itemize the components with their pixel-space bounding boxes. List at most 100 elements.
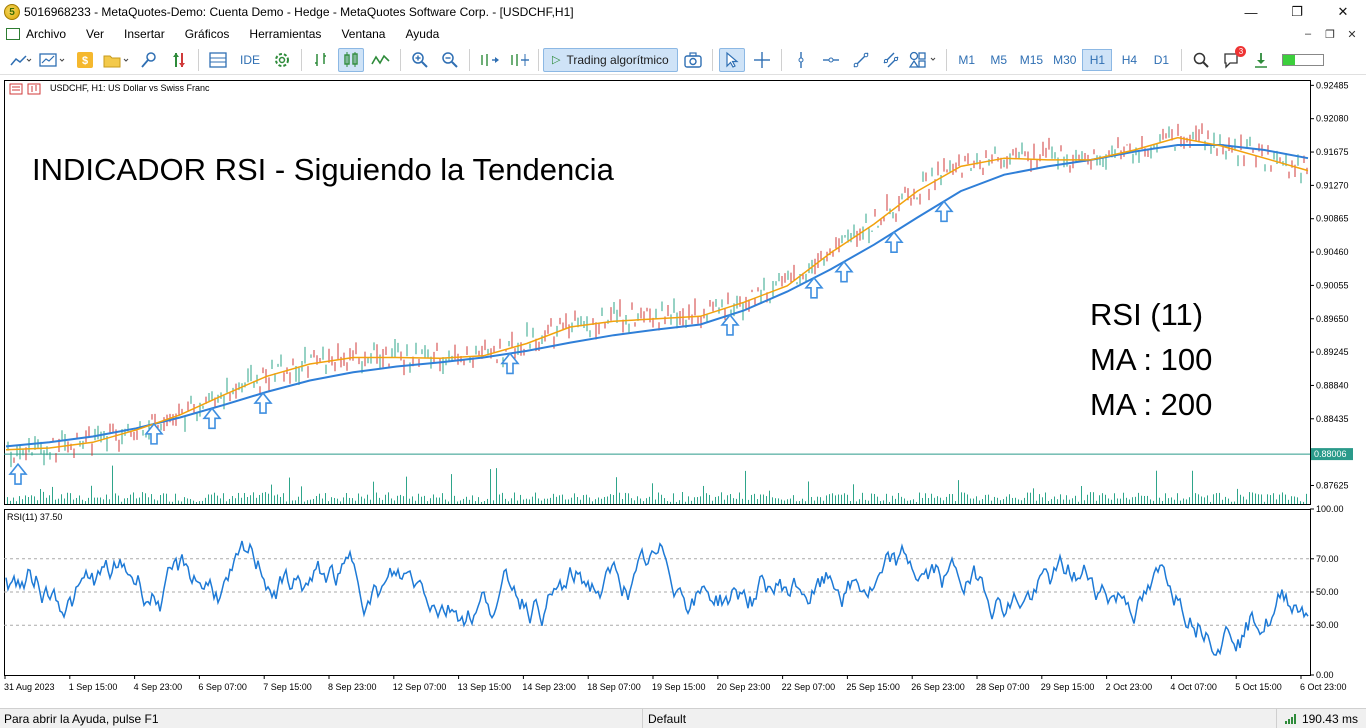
vps-icon[interactable] [1248, 48, 1274, 72]
chart-shift-icon[interactable] [476, 48, 502, 72]
volume-bar [163, 493, 164, 504]
restore-icon[interactable]: ❐ [1274, 0, 1320, 24]
status-ping[interactable]: 190.43 ms [1275, 709, 1358, 728]
volume-bar [1195, 493, 1196, 504]
volume-bar [1210, 501, 1211, 504]
timeframe-h1[interactable]: H1 [1082, 48, 1113, 71]
timeframe-m30[interactable]: M30 [1049, 49, 1080, 71]
buy-arrow-icon [720, 313, 740, 336]
chart-window-icon[interactable] [6, 28, 20, 40]
volume-bar [541, 500, 542, 504]
time-tick-label: 4 Oct 07:00 [1170, 682, 1217, 692]
algo-trading-button[interactable]: ▷ Trading algorítmico [543, 47, 678, 72]
volume-bar [253, 492, 254, 504]
volume-bar [856, 501, 857, 504]
channel-icon[interactable] [878, 48, 904, 72]
dollar-icon[interactable]: $ [72, 48, 98, 72]
zoom-in-icon[interactable] [407, 48, 433, 72]
screenshot-icon[interactable] [680, 48, 706, 72]
volume-bar [1168, 498, 1169, 504]
minimize-icon[interactable]: — [1228, 0, 1274, 24]
algo-trading-label: Trading algorítmico [566, 52, 669, 67]
volume-bar [712, 500, 713, 504]
market-watch-icon[interactable] [166, 48, 192, 72]
menu-ver[interactable]: Ver [76, 27, 114, 41]
volume-bar [178, 500, 179, 504]
zoom-out-icon[interactable] [437, 48, 463, 72]
volume-bar [664, 498, 665, 504]
window-title: 5016968233 - MetaQuotes-Demo: Cuenta Dem… [24, 5, 574, 19]
status-profile[interactable]: Default [642, 709, 686, 728]
price-tick-label: 0.90460 [1316, 247, 1349, 257]
notifications-icon[interactable]: 3 [1218, 45, 1247, 72]
toolbar-separator [945, 48, 947, 71]
price-tick-label: 0.88840 [1316, 380, 1349, 390]
timeframe-m15[interactable]: M15 [1016, 49, 1047, 71]
vertical-line-icon[interactable] [788, 48, 814, 72]
volume-bar [556, 496, 557, 504]
bar-chart-icon[interactable] [308, 48, 334, 72]
volume-bar [103, 499, 104, 504]
menu-herramientas[interactable]: Herramientas [239, 27, 331, 41]
child-restore-icon[interactable]: ❐ [1322, 26, 1338, 42]
menu-ayuda[interactable]: Ayuda [395, 27, 449, 41]
cursor-icon[interactable] [718, 47, 745, 72]
menu-archivo[interactable]: Archivo [20, 27, 76, 41]
autoscroll-icon[interactable] [506, 48, 532, 72]
candlestick-icon[interactable] [338, 47, 364, 72]
menu-insertar[interactable]: Insertar [114, 27, 175, 41]
search-symbol-icon[interactable] [136, 48, 162, 72]
volume-bar [277, 494, 278, 504]
volume-bar [292, 500, 293, 504]
volume-bar [547, 498, 548, 504]
search-icon[interactable] [1188, 48, 1214, 72]
volume-bar [991, 500, 992, 504]
volume-bar [910, 500, 911, 504]
volume-bar [1213, 494, 1214, 504]
data-window-icon[interactable] [205, 48, 231, 72]
crosshair-icon[interactable] [749, 48, 775, 72]
line-icon[interactable] [368, 48, 394, 72]
trend-line-icon[interactable] [848, 48, 874, 72]
horizontal-line-icon[interactable] [818, 48, 844, 72]
chart-template-icon[interactable] [38, 48, 68, 72]
rsi-label: RSI(11) 37.50 [7, 512, 63, 522]
volume-bar [1045, 492, 1046, 504]
volume-bar [949, 493, 950, 504]
menu-ventana[interactable]: Ventana [331, 27, 395, 41]
volume-bar [1084, 500, 1085, 504]
volume-bar [973, 498, 974, 504]
volume-bar [433, 494, 434, 504]
chart-menu-icons[interactable] [9, 83, 49, 95]
volume-bar [838, 494, 839, 504]
timeframe-h4[interactable]: H4 [1114, 49, 1144, 71]
menu-graficos[interactable]: Gráficos [175, 27, 240, 41]
volume-bar [589, 497, 590, 504]
child-minimize-icon[interactable]: – [1300, 26, 1316, 42]
ide-button[interactable]: IDE [235, 48, 265, 72]
volume-bar [301, 486, 302, 504]
volume-bar [73, 499, 74, 504]
volume-bar [1261, 494, 1262, 504]
notification-badge: 3 [1235, 45, 1247, 57]
volume-bar [376, 492, 377, 504]
timeframe-m1[interactable]: M1 [952, 49, 982, 71]
volume-bar [1297, 497, 1298, 504]
current-price-label: 0.88006 [1314, 449, 1347, 459]
volume-bar [142, 492, 143, 504]
volume-bar [592, 501, 593, 504]
child-close-icon[interactable]: ✕ [1344, 26, 1360, 42]
chart-window[interactable]: 0.92485 0.92080 0.91675 0.91270 0.90865 0.904… [4, 78, 1366, 703]
volume-bar [499, 494, 500, 504]
volume-bar [955, 501, 956, 504]
close-icon[interactable]: ✕ [1320, 0, 1366, 24]
play-icon: ▷ [552, 54, 561, 66]
volume-bar [643, 501, 644, 504]
timeframe-m5[interactable]: M5 [984, 49, 1014, 71]
shapes-icon[interactable] [908, 48, 940, 72]
settings-icon[interactable] [269, 48, 295, 72]
folder-icon[interactable] [102, 48, 132, 72]
volume-bar [439, 497, 440, 504]
timeframe-d1[interactable]: D1 [1146, 49, 1176, 71]
line-chart-icon[interactable] [8, 48, 34, 72]
